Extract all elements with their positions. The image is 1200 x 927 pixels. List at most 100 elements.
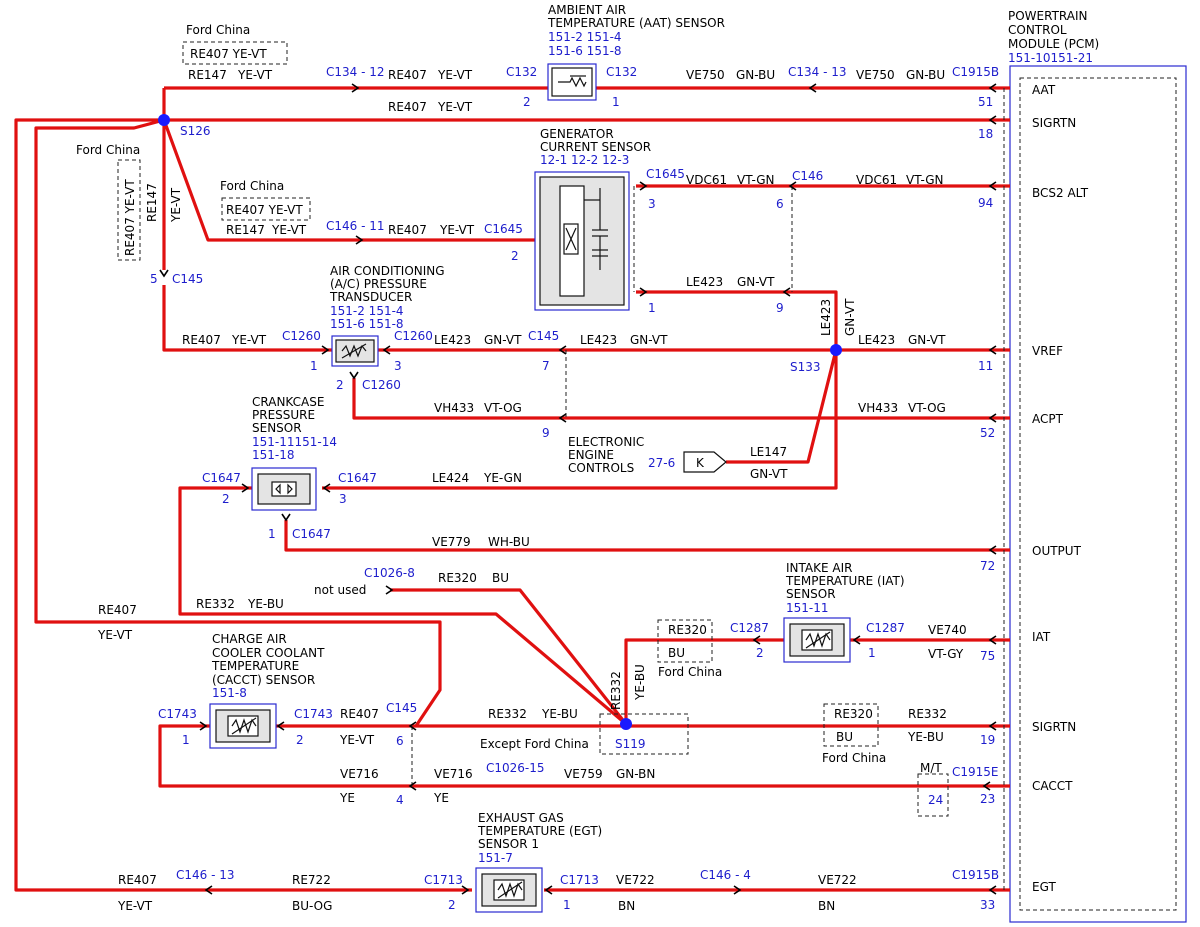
aat-refs-1: 151-2 151-4: [548, 30, 622, 44]
pcm-title-1: POWERTRAIN: [1008, 9, 1088, 23]
label-ve740: VE740: [928, 623, 967, 637]
label-c145-low: C145: [386, 701, 417, 715]
label-gn-vt-vert: GN-VT: [843, 298, 857, 336]
crank-conn-left: C1647: [202, 471, 241, 485]
cacct-name-3: TEMPERATURE: [211, 659, 299, 673]
cacct-pin-right: 2: [296, 733, 304, 747]
label-re147-vert: RE147: [145, 183, 159, 222]
gen-conn-left: C1645: [484, 222, 523, 236]
cacct-pin-left: 1: [182, 733, 190, 747]
note-re320-iat: RE320: [668, 623, 707, 637]
label-c134-13: C134 - 13: [788, 65, 847, 79]
gen-conn-right: C1645: [646, 167, 685, 181]
eec-symbol: K: [696, 456, 705, 470]
pcm-refs: 151-10151-21: [1008, 51, 1093, 65]
pcm-pin-label-sigrtn: SIGRTN: [1032, 116, 1076, 130]
pcm-connector-c1915b-2: C1915B: [952, 868, 999, 882]
ac-pressure-transducer: AIR CONDITIONING (A/C) PRESSURE TRANSDUC…: [282, 264, 445, 392]
iat-pin-left: 2: [756, 646, 764, 660]
cacct-name-1: CHARGE AIR: [212, 632, 287, 646]
label-gn-vt-1: GN-VT: [484, 333, 522, 347]
ac-conn-right: C1260: [394, 329, 433, 343]
aat-pin-left: 2: [523, 95, 531, 109]
pcm-pin-label-iat: IAT: [1032, 630, 1051, 644]
note-mt-pin: 24: [928, 793, 943, 807]
label-c1026-15: C1026-15: [486, 761, 545, 775]
note-re320-sigrtn: RE320: [834, 707, 873, 721]
label-le423-gen: LE423: [686, 275, 723, 289]
egt-pin-left: 2: [448, 898, 456, 912]
label-le424: LE424: [432, 471, 469, 485]
label-ye-vt-cacct: YE-VT: [339, 733, 375, 747]
label-re147: RE147: [188, 68, 227, 82]
eec-name-3: CONTROLS: [568, 461, 634, 475]
label-c145-mid-pin7: 7: [542, 359, 550, 373]
splice-label-s119: S119: [615, 737, 646, 751]
crank-name-3: SENSOR: [252, 421, 302, 435]
label-vt-gn-1: VT-GN: [737, 173, 774, 187]
label-vdc61-1: VDC61: [686, 173, 727, 187]
label-le147: LE147: [750, 445, 787, 459]
label-ye-bu-2: YE-BU: [907, 730, 944, 744]
pcm-pin-label-acpt: ACPT: [1032, 412, 1064, 426]
label-ve779: VE779: [432, 535, 471, 549]
note-bu-sigrtn: BU: [836, 730, 853, 744]
pcm-connector-c1915e: C1915E: [952, 765, 999, 779]
generator-current-sensor: GENERATOR CURRENT SENSOR 12-1 12-2 12-3 …: [484, 127, 685, 315]
eec-name-2: ENGINE: [568, 448, 614, 462]
label-gn-bn: GN-BN: [616, 767, 655, 781]
label-re407-gen: RE407: [388, 223, 427, 237]
pcm-title-2: CONTROL: [1008, 23, 1067, 37]
label-c146-11: C146 - 11: [326, 219, 385, 233]
ac-name-2: (A/C) PRESSURE: [330, 277, 427, 291]
egt-conn-left: C1713: [424, 873, 463, 887]
note-ford-china-iat: Ford China: [658, 665, 722, 679]
iat-name-1: INTAKE AIR: [786, 561, 852, 575]
pcm-pin-label-output: OUTPUT: [1032, 544, 1082, 558]
label-c145-low-pin6: 6: [396, 734, 404, 748]
iat-pin-right: 1: [868, 646, 876, 660]
label-bu-og: BU-OG: [292, 899, 332, 913]
egt-name-1: EXHAUST GAS: [478, 811, 564, 825]
label-ve750-1: VE750: [686, 68, 725, 82]
label-re332-crank: RE332: [196, 597, 235, 611]
pcm-pin-label-bcs2: BCS2 ALT: [1032, 186, 1089, 200]
label-ve759: VE759: [564, 767, 603, 781]
label-re147-gen: RE147: [226, 223, 265, 237]
label-ye-1: YE: [339, 791, 355, 805]
label-re332-1: RE332: [488, 707, 527, 721]
ac-conn-bottom: C1260: [362, 378, 401, 392]
ac-refs-2: 151-6 151-8: [330, 317, 404, 331]
aat-name-2: TEMPERATURE (AAT) SENSOR: [547, 16, 725, 30]
label-vh433-1: VH433: [434, 401, 474, 415]
splice-node-s133: [830, 344, 842, 356]
aat-pin-right: 1: [612, 95, 620, 109]
gen-name-2: CURRENT SENSOR: [540, 140, 651, 154]
label-ve722-1: VE722: [616, 873, 655, 887]
pcm-pin-19: 19: [980, 733, 995, 747]
label-vdc61-2: VDC61: [856, 173, 897, 187]
label-ye-vt-vert: YE-VT: [169, 187, 183, 223]
pcm-pin-label-cacct: CACCT: [1032, 779, 1073, 793]
iat-refs: 151-11: [786, 601, 829, 615]
label-gn-bu-2: GN-BU: [906, 68, 945, 82]
cacct-name-4: (CACCT) SENSOR: [212, 673, 315, 687]
label-vt-gy: VT-GY: [928, 647, 964, 661]
label-ye-vt-gen: YE-VT: [271, 223, 307, 237]
wire-labels: Ford China RE407 YE-VT RE147 YE-VT C134 …: [76, 23, 967, 913]
eec-ref: 27-6: [648, 456, 675, 470]
ac-name-1: AIR CONDITIONING: [330, 264, 445, 278]
label-c145-mid: C145: [528, 329, 559, 343]
crank-conn-bottom: C1647: [292, 527, 331, 541]
ac-refs-1: 151-2 151-4: [330, 304, 404, 318]
label-ye-vt-loop: YE-VT: [97, 628, 133, 642]
note-not-used: not used: [314, 583, 366, 597]
ac-pin-bottom: 2: [336, 378, 344, 392]
pcm-connector-c1915b: C1915B: [952, 65, 999, 79]
aat-sensor: AMBIENT AIR TEMPERATURE (AAT) SENSOR 151…: [506, 3, 725, 109]
note-re407-gen: RE407 YE-VT: [226, 203, 303, 217]
crank-pin-bottom: 1: [268, 527, 276, 541]
label-ye-bu-crank: YE-BU: [247, 597, 284, 611]
label-c145-pin: 5: [150, 272, 158, 286]
label-gn-vt-gen: GN-VT: [737, 275, 775, 289]
